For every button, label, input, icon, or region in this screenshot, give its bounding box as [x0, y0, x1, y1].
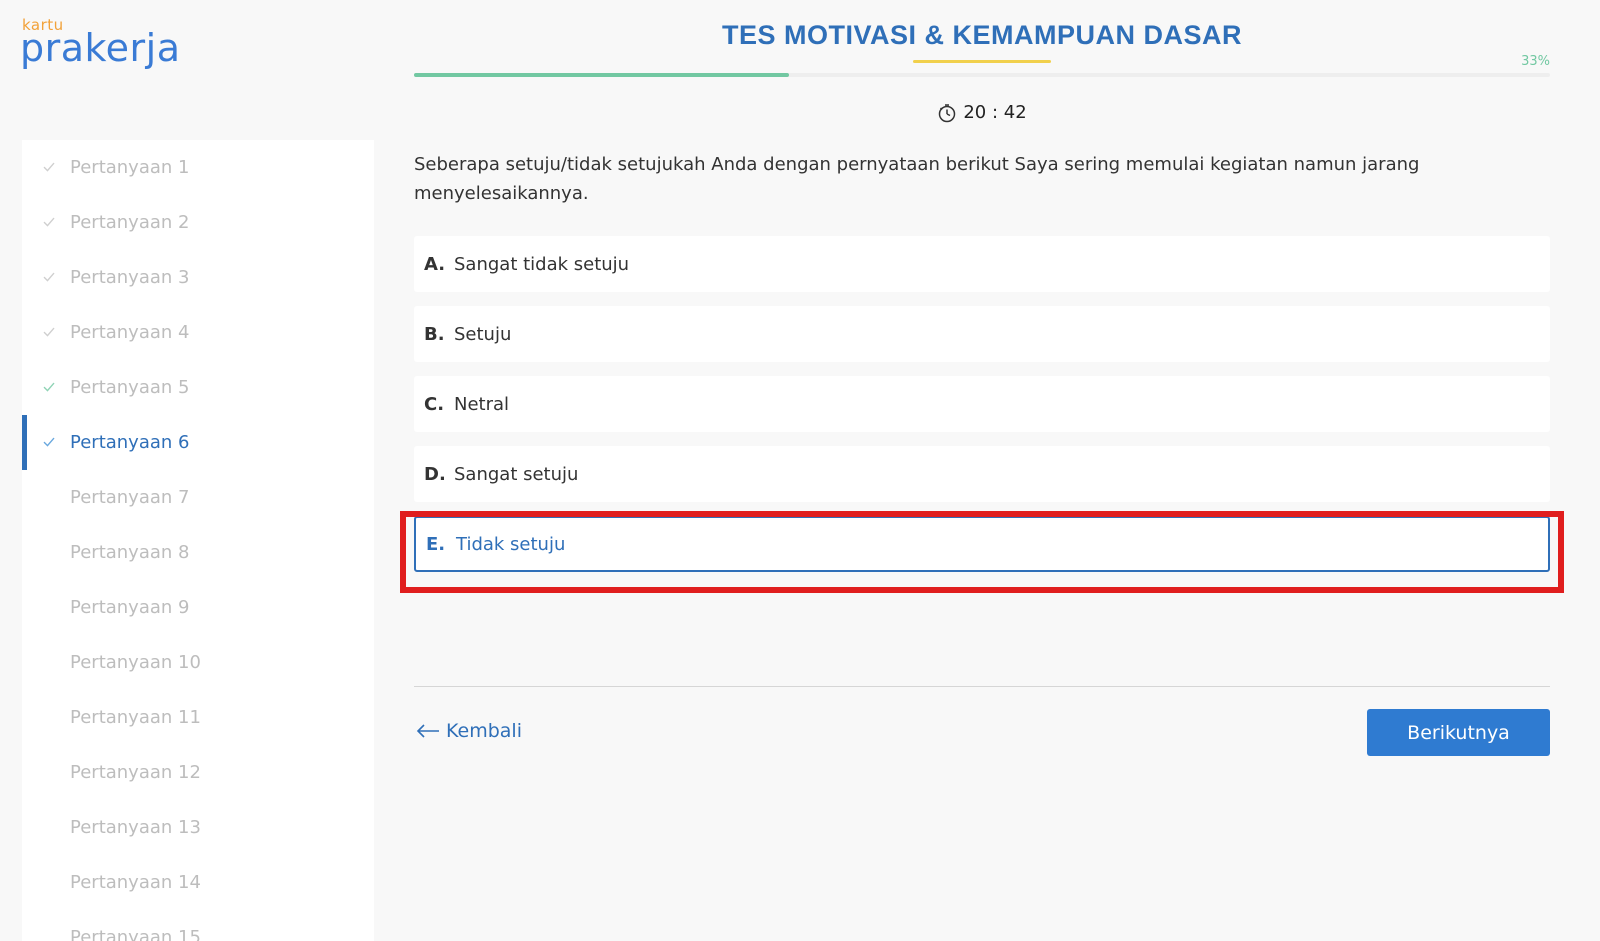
sidebar-item-label: Pertanyaan 4 [70, 322, 190, 343]
answer-options: A. Sangat tidak setuju B. Setuju C. Netral D. S… [414, 236, 1550, 586]
option-d[interactable]: D. Sangat setuju [414, 446, 1550, 502]
option-label: Setuju [454, 323, 512, 345]
sidebar-item-label: Pertanyaan 13 [70, 817, 201, 838]
sidebar-item-label: Pertanyaan 15 [70, 927, 201, 941]
check-icon [43, 217, 55, 227]
progress-bar-fill [414, 73, 789, 77]
sidebar-item-label: Pertanyaan 8 [70, 542, 190, 563]
back-link-label: Kembali [446, 720, 522, 742]
sidebar-item-label: Pertanyaan 10 [70, 652, 201, 673]
progress-percent: 33% [1521, 54, 1550, 69]
sidebar-item-pertanyaan-14[interactable]: Pertanyaan 14 [22, 855, 374, 910]
divider [414, 686, 1550, 687]
next-button[interactable]: Berikutnya [1367, 709, 1550, 756]
sidebar-item-pertanyaan-4[interactable]: Pertanyaan 4 [22, 305, 374, 360]
option-letter: E. [426, 533, 446, 555]
prakerja-logo: kartu prakerja [20, 16, 200, 76]
option-label: Sangat setuju [454, 463, 579, 485]
sidebar-item-pertanyaan-3[interactable]: Pertanyaan 3 [22, 250, 374, 305]
logo-main-text: prakerja [20, 26, 181, 70]
option-letter: B. [424, 323, 445, 345]
sidebar-item-pertanyaan-8[interactable]: Pertanyaan 8 [22, 525, 374, 580]
option-e[interactable]: E. Tidak setuju [414, 516, 1550, 572]
sidebar-item-label: Pertanyaan 5 [70, 377, 190, 398]
sidebar-item-label: Pertanyaan 14 [70, 872, 201, 893]
sidebar-item-label: Pertanyaan 1 [70, 157, 190, 178]
title-underline [913, 60, 1051, 63]
sidebar-item-label: Pertanyaan 3 [70, 267, 190, 288]
sidebar-item-pertanyaan-5[interactable]: Pertanyaan 5 [22, 360, 374, 415]
sidebar-item-pertanyaan-15[interactable]: Pertanyaan 15 [22, 910, 374, 941]
sidebar-item-pertanyaan-10[interactable]: Pertanyaan 10 [22, 635, 374, 690]
option-label: Tidak setuju [456, 533, 566, 555]
option-label: Netral [454, 393, 510, 415]
sidebar-item-pertanyaan-2[interactable]: Pertanyaan 2 [22, 195, 374, 250]
option-label: Sangat tidak setuju [454, 253, 630, 275]
timer: 20 : 42 [414, 102, 1550, 123]
sidebar-item-pertanyaan-6[interactable]: Pertanyaan 6 [22, 415, 374, 470]
progress-bar [414, 73, 1550, 77]
sidebar-item-pertanyaan-13[interactable]: Pertanyaan 13 [22, 800, 374, 855]
app-root: kartu prakerja Pertanyaan 1 Pertanyaan 2P… [0, 0, 1600, 941]
check-icon [43, 272, 55, 282]
sidebar-item-pertanyaan-9[interactable]: Pertanyaan 9 [22, 580, 374, 635]
option-letter: A. [424, 253, 446, 275]
question-sidebar: Pertanyaan 1 Pertanyaan 2 Pertanyaan 3 Pert… [22, 140, 374, 941]
back-link[interactable]: Kembali [416, 720, 522, 742]
page-title: TES MOTIVASI & KEMAMPUAN DASAR [721, 20, 1242, 50]
check-icon [43, 327, 55, 337]
option-a[interactable]: A. Sangat tidak setuju [414, 236, 1550, 292]
sidebar-item-label: Pertanyaan 2 [70, 212, 190, 233]
sidebar-item-pertanyaan-11[interactable]: Pertanyaan 11 [22, 690, 374, 745]
sidebar-item-label: Pertanyaan 6 [70, 432, 190, 453]
question-text: Seberapa setuju/tidak setujukah Anda den… [414, 154, 1420, 204]
sidebar-item-pertanyaan-7[interactable]: Pertanyaan 7 [22, 470, 374, 525]
sidebar-item-label: Pertanyaan 12 [70, 762, 201, 783]
sidebar-item-label: Pertanyaan 11 [70, 707, 201, 728]
option-c[interactable]: C. Netral [414, 376, 1550, 432]
check-icon [43, 437, 55, 447]
arrow-left-icon [416, 724, 439, 738]
check-icon [43, 382, 55, 392]
stopwatch-icon [939, 103, 956, 122]
option-letter: C. [424, 393, 445, 415]
sidebar-item-pertanyaan-12[interactable]: Pertanyaan 12 [22, 745, 374, 800]
sidebar-item-pertanyaan-1[interactable]: Pertanyaan 1 [22, 140, 374, 195]
sidebar-item-label: Pertanyaan 7 [70, 487, 190, 508]
sidebar-item-label: Pertanyaan 9 [70, 597, 190, 618]
option-letter: D. [424, 463, 446, 485]
option-b[interactable]: B. Setuju [414, 306, 1550, 362]
check-icon [43, 162, 55, 172]
timer-value: 20 : 42 [963, 102, 1027, 123]
